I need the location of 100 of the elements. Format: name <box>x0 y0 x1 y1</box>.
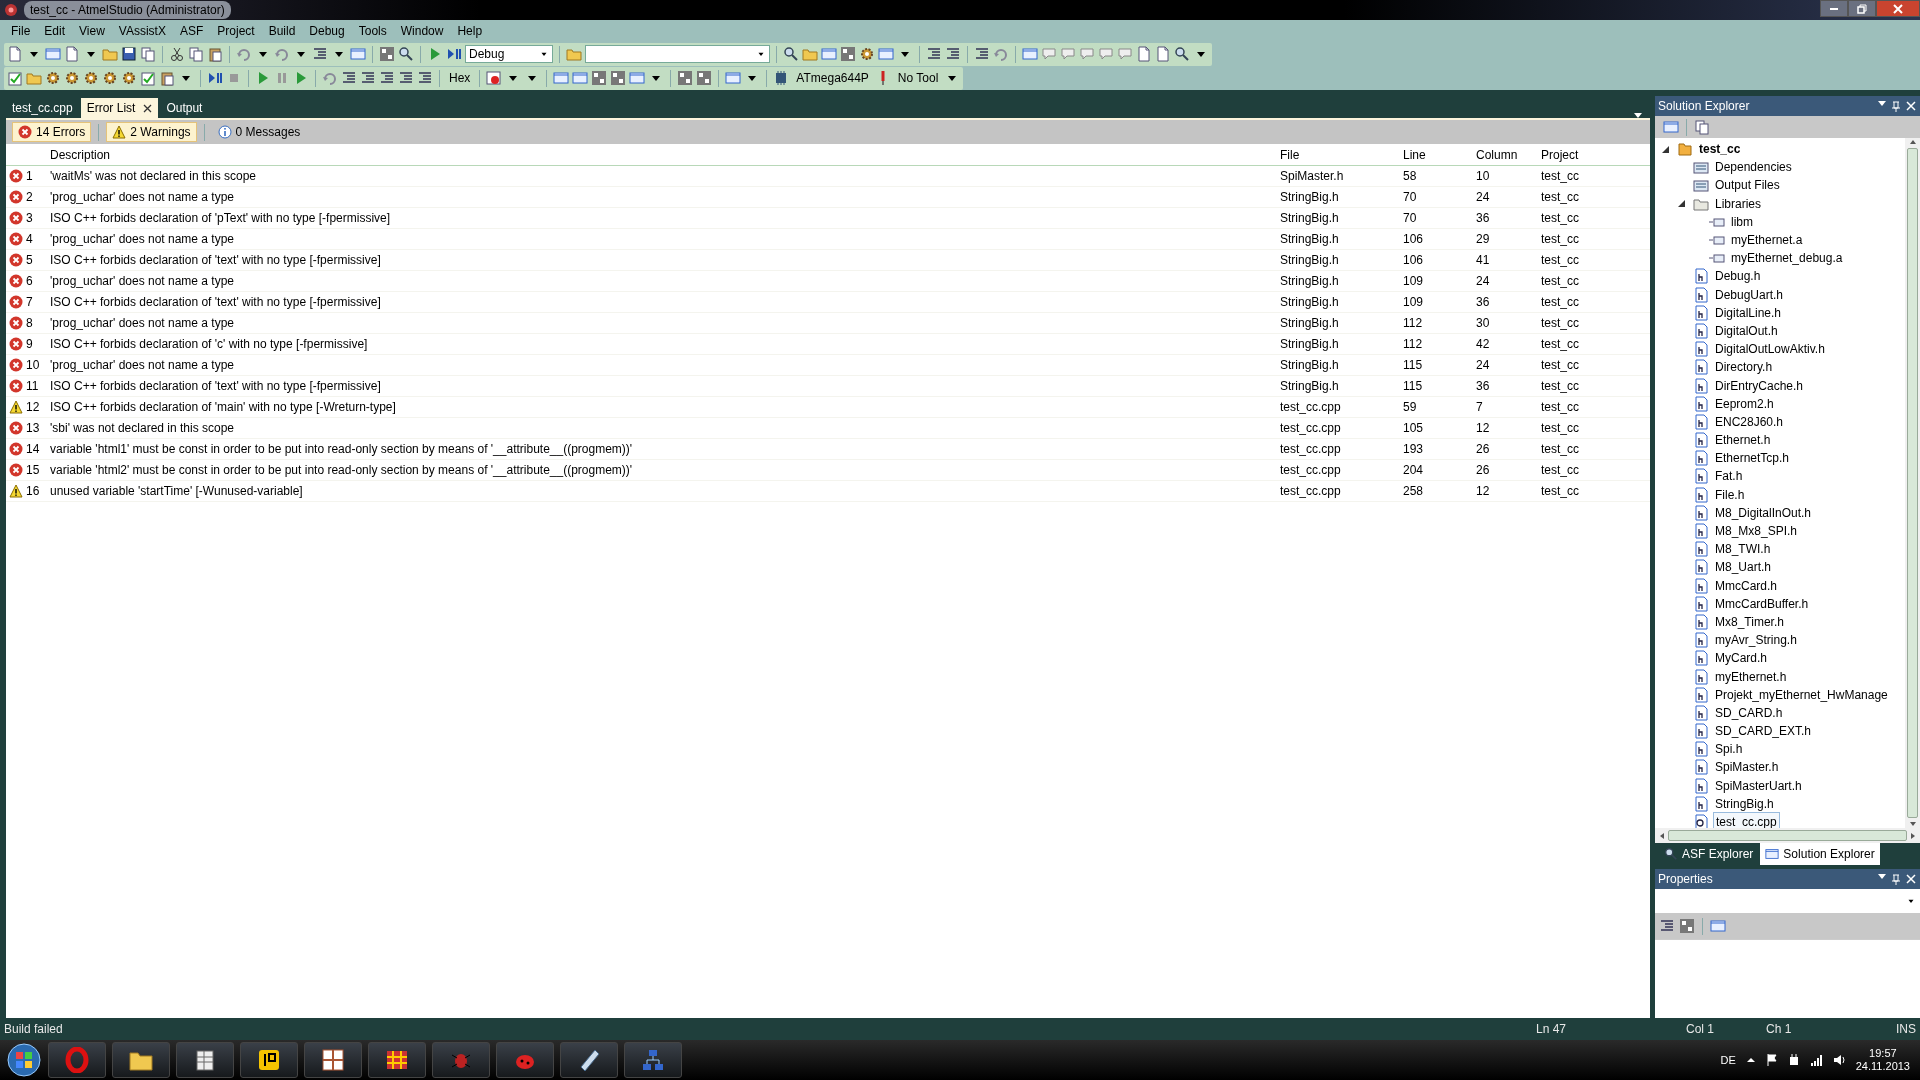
tree-item[interactable]: test_cc.cpp <box>1713 812 1780 828</box>
tree-item[interactable]: libm <box>1729 212 1755 231</box>
window-icon[interactable] <box>1663 119 1679 135</box>
curved-arrow-icon[interactable] <box>322 70 338 86</box>
tree-item[interactable]: DebugUart.h <box>1713 285 1786 304</box>
floppy-icon[interactable] <box>121 46 137 62</box>
tree-item[interactable]: MmcCardBuffer.h <box>1713 594 1811 613</box>
menu-item[interactable]: View <box>72 22 112 40</box>
platform-dropdown[interactable] <box>585 45 770 63</box>
menu-item[interactable]: Help <box>450 22 490 40</box>
window-icon[interactable] <box>553 70 570 86</box>
start-orb-icon[interactable] <box>6 1042 42 1078</box>
scissors-icon[interactable] <box>169 46 185 62</box>
tree-item[interactable]: Mx8_Timer.h <box>1713 612 1786 631</box>
clock[interactable]: 19:57 24.11.2013 <box>1855 1046 1910 1074</box>
filter-toggle[interactable]: 2 Warnings <box>106 122 197 142</box>
search-icon[interactable] <box>1174 46 1190 62</box>
column-header[interactable]: Line <box>1397 145 1470 164</box>
grid-icon[interactable] <box>591 70 608 86</box>
tree-item[interactable]: DigitalLine.h <box>1713 303 1784 322</box>
gear-icon[interactable] <box>83 70 99 86</box>
window-icon[interactable] <box>45 46 61 62</box>
tree-item[interactable]: Projekt_myEthernet_HwManage <box>1713 685 1890 704</box>
tree-item[interactable]: StringBig.h <box>1713 794 1776 813</box>
tree-item[interactable]: Libraries <box>1713 194 1764 213</box>
tree-item[interactable]: File.h <box>1713 485 1747 504</box>
document-tab[interactable]: test_cc.cpp <box>6 98 79 118</box>
tree-item[interactable]: M8_Mx8_SPI.h <box>1713 522 1800 541</box>
checklist-icon[interactable] <box>7 70 23 86</box>
record-icon[interactable] <box>486 70 503 86</box>
dropdown-arrow-icon[interactable] <box>1634 113 1642 118</box>
tree-item[interactable]: M8_DigitalInOut.h <box>1713 503 1814 522</box>
tree-item[interactable]: Directory.h <box>1713 358 1775 377</box>
tree-item[interactable]: M8_TWI.h <box>1713 540 1773 559</box>
tree-item[interactable]: Ethernet.h <box>1713 431 1773 450</box>
scroll-left-icon[interactable] <box>1658 831 1666 840</box>
taskbar-button[interactable] <box>560 1042 618 1078</box>
hex-button[interactable]: Hex <box>446 69 474 87</box>
indent-icon[interactable] <box>417 70 433 86</box>
page-icon[interactable] <box>64 46 80 62</box>
pin-icon[interactable] <box>1891 873 1901 885</box>
tree-item[interactable]: SpiMasterUart.h <box>1713 776 1804 795</box>
column-header[interactable]: Description <box>50 145 1274 164</box>
curved-arrow-icon[interactable] <box>236 46 252 62</box>
gear-icon[interactable] <box>102 70 118 86</box>
grid-icon[interactable] <box>696 70 713 86</box>
taskbar-button[interactable] <box>176 1042 234 1078</box>
window-icon[interactable] <box>1022 46 1038 62</box>
menu-item[interactable]: Edit <box>37 22 73 40</box>
tree-item[interactable]: M8_Uart.h <box>1713 558 1774 577</box>
column-header[interactable]: File <box>1274 145 1397 164</box>
menu-item[interactable]: VAssistX <box>111 22 173 40</box>
grid-icon[interactable] <box>677 70 694 86</box>
gear-icon[interactable] <box>859 46 875 62</box>
clipboard-icon[interactable] <box>207 46 223 62</box>
tree-item[interactable]: MmcCard.h <box>1713 576 1779 595</box>
document-tab[interactable]: Error List <box>80 98 159 118</box>
tree-item[interactable]: DigitalOut.h <box>1713 321 1780 340</box>
taskbar-button[interactable] <box>368 1042 426 1078</box>
grid-icon[interactable] <box>379 46 395 62</box>
tree-item[interactable]: Spi.h <box>1713 740 1745 759</box>
window-icon[interactable] <box>350 46 366 62</box>
grid-icon[interactable] <box>610 70 627 86</box>
plug-icon[interactable] <box>1787 1053 1800 1067</box>
signal-icon[interactable] <box>1809 1053 1823 1067</box>
configuration-dropdown[interactable]: Debug <box>465 45 553 63</box>
tree-item[interactable]: Dependencies <box>1713 158 1794 177</box>
window-icon[interactable] <box>725 70 742 86</box>
indent-icon[interactable] <box>312 46 328 62</box>
language-indicator[interactable]: DE <box>1720 1051 1736 1069</box>
menu-item[interactable]: File <box>4 22 38 40</box>
tree-item[interactable]: Output Files <box>1713 176 1782 195</box>
close-button[interactable] <box>1876 0 1920 17</box>
tree-item[interactable]: myEthernet.h <box>1713 667 1789 686</box>
tree-item[interactable]: SD_CARD.h <box>1713 703 1785 722</box>
taskbar-button[interactable] <box>304 1042 362 1078</box>
curved-arrow-icon[interactable] <box>993 46 1009 62</box>
grid-icon[interactable] <box>1679 918 1695 934</box>
search-icon[interactable] <box>398 46 414 62</box>
speaker-icon[interactable] <box>1832 1053 1846 1067</box>
device-label[interactable]: ATmega644P <box>793 69 872 87</box>
page-icon[interactable] <box>7 46 23 62</box>
column-header[interactable]: Column <box>1470 145 1535 164</box>
dropdown-arrow-icon[interactable] <box>1878 100 1886 106</box>
scroll-right-icon[interactable] <box>1909 831 1917 840</box>
vertical-scrollbar[interactable] <box>1905 138 1920 828</box>
step-icon[interactable] <box>446 46 462 62</box>
indent-icon[interactable] <box>379 70 395 86</box>
tree-item[interactable]: SpiMaster.h <box>1713 758 1781 777</box>
tree-item[interactable]: Fat.h <box>1713 467 1745 486</box>
gear-icon[interactable] <box>121 70 137 86</box>
tree-item[interactable]: EthernetTcp.h <box>1713 449 1792 468</box>
indent-icon[interactable] <box>926 46 942 62</box>
tree-item[interactable]: DigitalOutLowAktiv.h <box>1713 340 1827 359</box>
taskbar-button[interactable] <box>240 1042 298 1078</box>
tree-item[interactable]: myAvr_String.h <box>1713 631 1799 650</box>
document-tab[interactable]: Output <box>160 98 209 118</box>
taskbar-button[interactable] <box>112 1042 170 1078</box>
gear-icon[interactable] <box>45 70 61 86</box>
tree-item[interactable]: SD_CARD_EXT.h <box>1713 722 1814 741</box>
